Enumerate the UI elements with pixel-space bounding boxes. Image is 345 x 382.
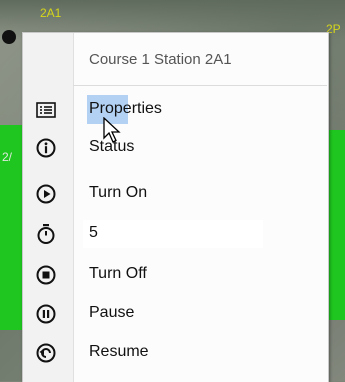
duration-field[interactable] [83, 220, 263, 248]
duration-value: 5 [89, 224, 98, 241]
properties-list-icon [35, 99, 57, 121]
menu-item-resume[interactable]: Resume [23, 338, 328, 368]
station-node[interactable] [2, 30, 16, 44]
menu-item-label: Properties [89, 100, 162, 117]
play-circle-icon [35, 183, 57, 205]
menu-header: Course 1 Station 2A1 [89, 51, 232, 68]
menu-item-label: Resume [89, 343, 149, 360]
context-menu: Course 1 Station 2A1 Properties Status T… [22, 32, 329, 382]
menu-item-status[interactable]: Status [23, 133, 328, 163]
menu-item-turn-off[interactable]: Turn Off [23, 260, 328, 290]
menu-item-properties[interactable]: Properties [23, 95, 328, 125]
resume-circle-icon [35, 342, 57, 364]
stop-circle-icon [35, 264, 57, 286]
station-label-2a1: 2A1 [40, 6, 62, 20]
menu-item-label: Turn On [89, 184, 148, 201]
menu-item-duration[interactable]: 5 [23, 219, 328, 249]
pause-circle-icon [35, 303, 57, 325]
station-label-left: 2/ [2, 150, 13, 164]
menu-item-pause[interactable]: Pause [23, 299, 328, 329]
menu-separator [73, 85, 327, 86]
info-circle-icon [35, 137, 57, 159]
menu-item-label: Pause [89, 304, 135, 321]
stopwatch-icon [35, 223, 57, 245]
menu-item-label: Turn Off [89, 265, 147, 282]
menu-item-turn-on[interactable]: Turn On [23, 179, 328, 209]
mouse-cursor-icon [103, 116, 123, 145]
